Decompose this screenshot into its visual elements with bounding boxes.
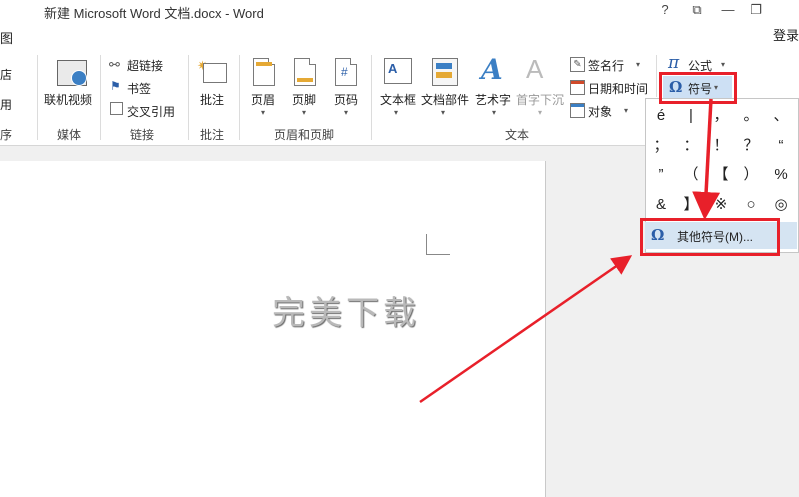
arrow-down bbox=[692, 98, 721, 220]
arrow-diagonal bbox=[419, 255, 633, 404]
annotation-arrows bbox=[419, 98, 721, 404]
